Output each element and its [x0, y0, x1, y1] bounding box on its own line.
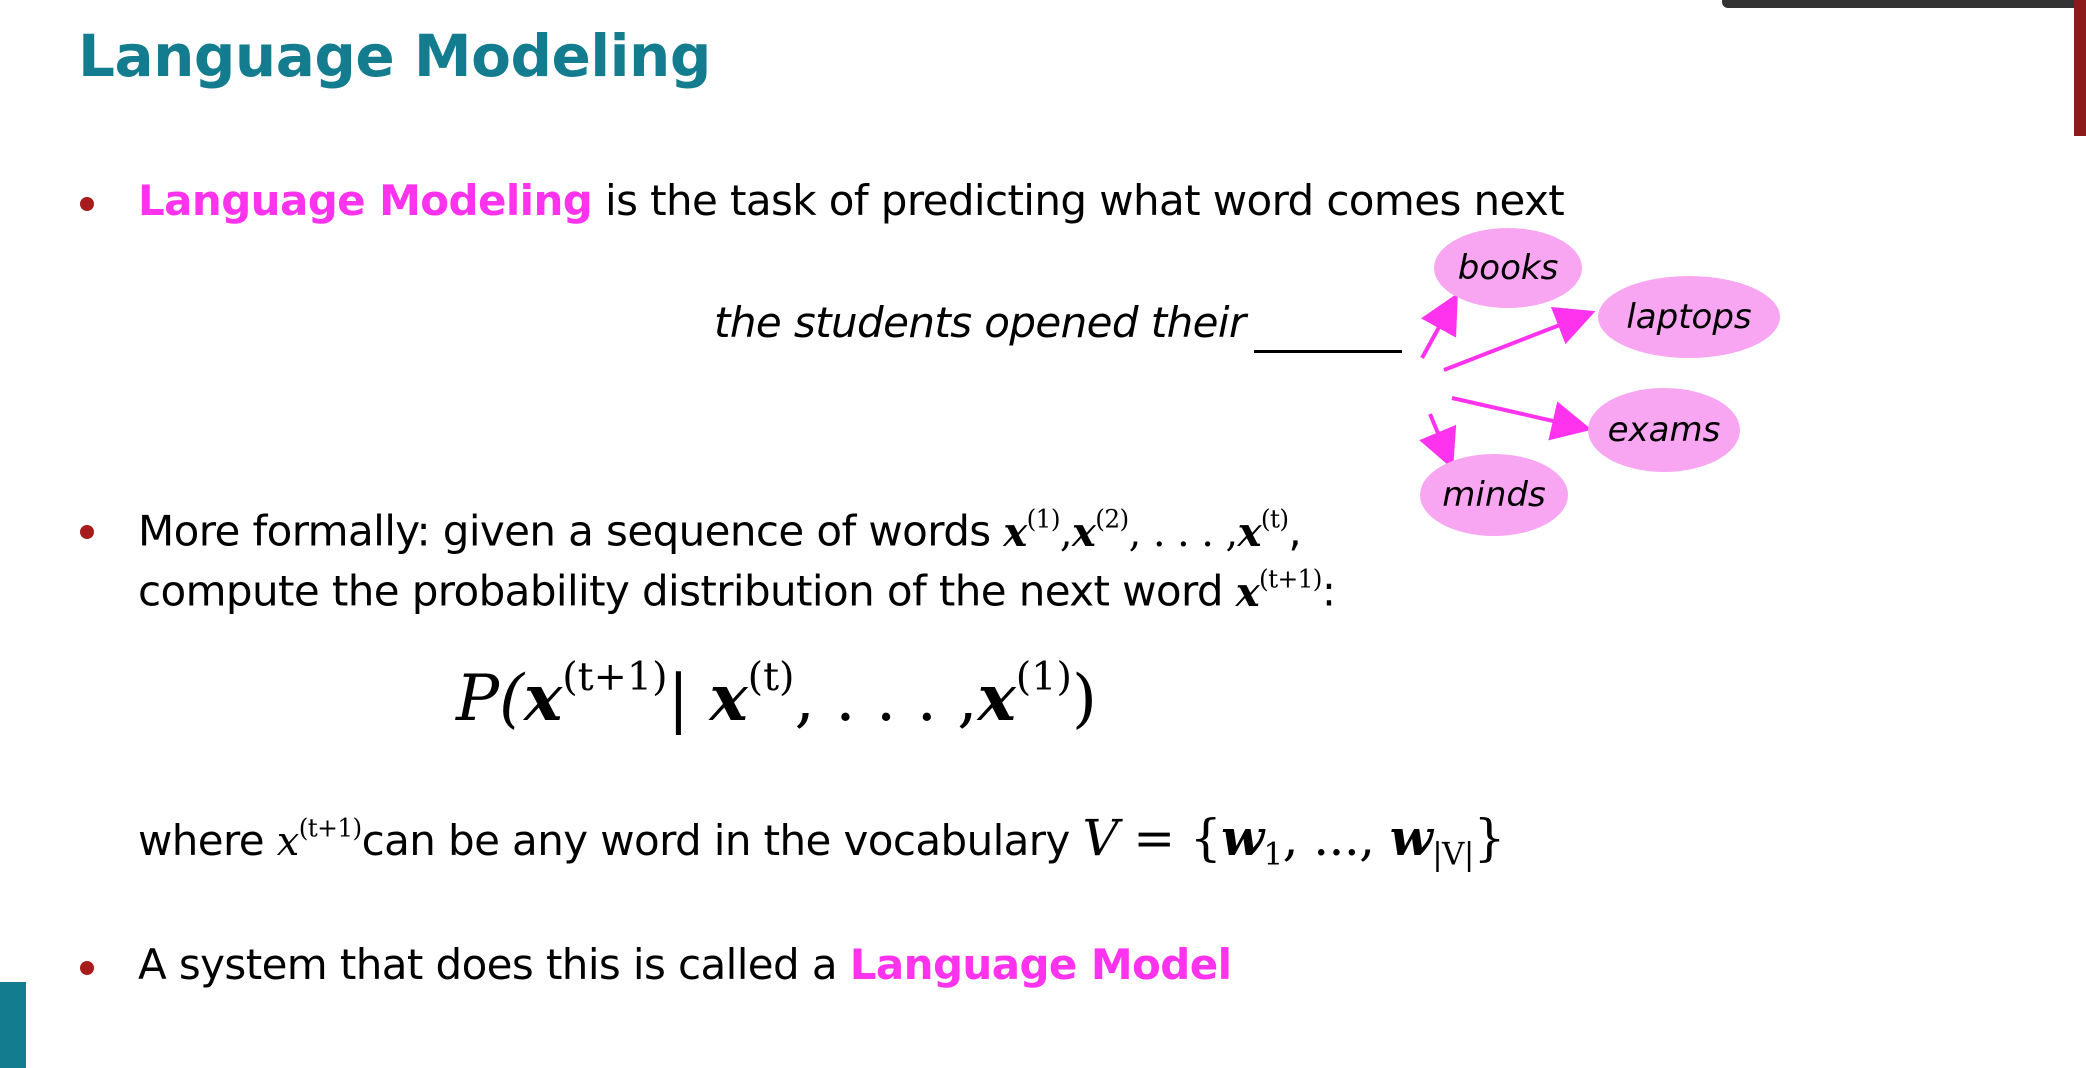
bubble-laptops: laptops	[1598, 276, 1780, 358]
term-language-model: Language Model	[849, 940, 1232, 989]
next-word-math: x(t+1)	[1235, 564, 1323, 616]
bullet-3: A system that does this is called a Lang…	[138, 940, 1232, 989]
bullet-2-line-2-text: compute the probability distribution of …	[138, 566, 1224, 616]
bubble-exams: exams	[1588, 388, 1740, 472]
bubble-books-label: books	[1457, 248, 1559, 288]
bullet-2-line-2: compute the probability distribution of …	[138, 564, 1336, 616]
bubble-exams-label: exams	[1607, 410, 1721, 450]
where-prefix: where	[138, 816, 265, 865]
where-line: where x(t+1)can be any word in the vocab…	[138, 808, 1505, 872]
bubble-books: books	[1434, 228, 1582, 308]
sequence-math: x(1),x(2), . . . ,x(t)	[1003, 504, 1289, 556]
colon: :	[1321, 566, 1336, 616]
bubble-minds-label: minds	[1442, 475, 1546, 515]
bullet-dot	[80, 525, 94, 539]
bubble-laptops-label: laptops	[1626, 297, 1752, 337]
vocabulary-math: V = {w1, ..., w|V|}	[1082, 808, 1505, 873]
arrow-laptops	[1443, 306, 1596, 372]
where-middle: can be any word in the vocabulary	[361, 816, 1071, 865]
arrow-exams	[1451, 396, 1592, 441]
arrow-minds	[1419, 413, 1457, 470]
bullet-2-line-1: More formally: given a sequence of words…	[138, 504, 1302, 556]
bubble-minds: minds	[1420, 454, 1568, 536]
bullet-2-line-1-text: More formally: given a sequence of words	[138, 506, 991, 556]
bullet-3-text: A system that does this is called a	[138, 940, 850, 989]
probability-formula: P(x(t+1)| x(t), . . . ,x(1))	[456, 654, 1097, 736]
bullet-dot	[80, 961, 94, 975]
where-math-x: x(t+1)	[276, 813, 362, 865]
comma: ,	[1288, 506, 1302, 556]
arrow-books	[1420, 292, 1458, 359]
